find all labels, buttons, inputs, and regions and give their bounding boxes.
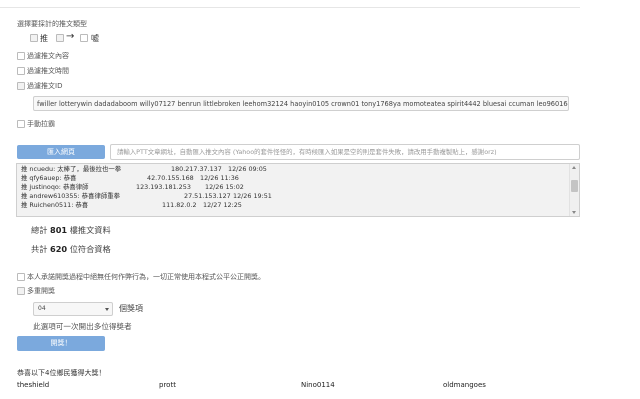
multi-draw-hint: 此選項可一次開出多位得獎者 bbox=[33, 322, 132, 331]
draw-button[interactable]: 開獎！ bbox=[17, 336, 105, 351]
prize-count-value: 04 bbox=[38, 305, 46, 312]
scroll-down-icon[interactable] bbox=[572, 211, 576, 214]
filter-id-label: 過濾推文ID bbox=[27, 82, 63, 90]
prize-count-select[interactable]: 04 bbox=[33, 302, 113, 316]
comment-ip: 27.51.153.127 bbox=[184, 192, 231, 200]
winner-name: Nino0114 bbox=[301, 381, 335, 389]
comment-time: 12/27 12:25 bbox=[203, 201, 242, 209]
winner-name: theshield bbox=[17, 381, 50, 389]
comment-time: 12/26 19:51 bbox=[233, 192, 272, 200]
eligible-users-stat: 共計 620 位符合資格 bbox=[31, 244, 111, 254]
push-type-label-arrow: → bbox=[66, 31, 75, 42]
comment-ip: 180.217.37.137 bbox=[171, 165, 222, 173]
manual-rig-checkbox[interactable] bbox=[17, 120, 25, 128]
comment-time: 12/26 09:05 bbox=[228, 165, 267, 173]
total-comments-stat: 總計 801 樓推文資料 bbox=[31, 225, 111, 235]
winner-name: oldmangoes bbox=[443, 381, 486, 389]
winners-announcement: 恭喜以下4位鄉民獲得大獎！ bbox=[17, 369, 106, 377]
filter-content-label: 過濾推文內容 bbox=[27, 52, 69, 60]
scroll-thumb[interactable] bbox=[571, 180, 578, 192]
comment-ip: 123.193.181.253 bbox=[136, 183, 191, 191]
no-cheat-label: 本人承諾開獎過程中絕無任何作弊行為，一切正常使用本程式公平公正開獎。 bbox=[27, 273, 265, 281]
push-type-checkbox-arrow[interactable] bbox=[56, 34, 64, 42]
comment-time: 12/26 15:02 bbox=[205, 183, 244, 191]
ptt-url-input[interactable]: 請輸入PTT文章網址，自動匯入推文內容 (Yahoo的套件怪怪的，有時候匯入如果… bbox=[110, 144, 580, 160]
comment-scrollbar[interactable] bbox=[569, 164, 579, 216]
winner-name: prott bbox=[159, 381, 176, 389]
comment-time: 12/26 11:36 bbox=[200, 174, 239, 182]
filter-time-label: 過濾推文時間 bbox=[27, 67, 69, 75]
multi-draw-label: 多重開獎 bbox=[27, 287, 55, 295]
top-divider bbox=[0, 0, 580, 8]
filter-id-input[interactable]: fwiller lotterywin dadadaboom willy07127… bbox=[33, 96, 569, 111]
comment-user: 推 Ruichen0511: 恭喜 bbox=[21, 201, 89, 209]
comment-user: 推 justinoqo: 恭喜律師 bbox=[21, 183, 89, 191]
filter-content-checkbox[interactable] bbox=[17, 52, 25, 60]
manual-rig-label: 手動拉霸 bbox=[27, 120, 55, 128]
comment-ip: 42.70.155.168 bbox=[147, 174, 194, 182]
comment-user: 推 andrew610355: 恭喜律師重拳 bbox=[21, 192, 121, 200]
multi-draw-checkbox[interactable] bbox=[17, 287, 25, 295]
filter-time-checkbox[interactable] bbox=[17, 67, 25, 75]
prize-count-label: 個獎項 bbox=[119, 304, 143, 313]
push-type-label-boo: 噓 bbox=[91, 34, 99, 43]
comment-user: 推 qfy6auep: 恭喜 bbox=[21, 174, 77, 182]
comment-listbox[interactable]: 推 ncuedu: 太棒了，最後拉也一拳 180.217.37.137 12/2… bbox=[16, 163, 580, 217]
filter-id-checkbox[interactable] bbox=[17, 82, 25, 90]
push-type-checkbox-push[interactable] bbox=[30, 34, 38, 42]
chevron-down-icon bbox=[105, 308, 109, 311]
push-type-heading: 選擇要採計的推文類型 bbox=[17, 20, 87, 28]
comment-ip: 111.82.0.2 bbox=[162, 201, 197, 209]
push-type-label-push: 推 bbox=[40, 34, 48, 43]
push-type-checkbox-boo[interactable] bbox=[80, 34, 88, 42]
no-cheat-checkbox[interactable] bbox=[17, 273, 25, 281]
import-page-button[interactable]: 匯入網頁 bbox=[17, 145, 105, 159]
scroll-up-icon[interactable] bbox=[572, 166, 576, 169]
comment-user: 推 ncuedu: 太棒了，最後拉也一拳 bbox=[21, 165, 122, 173]
